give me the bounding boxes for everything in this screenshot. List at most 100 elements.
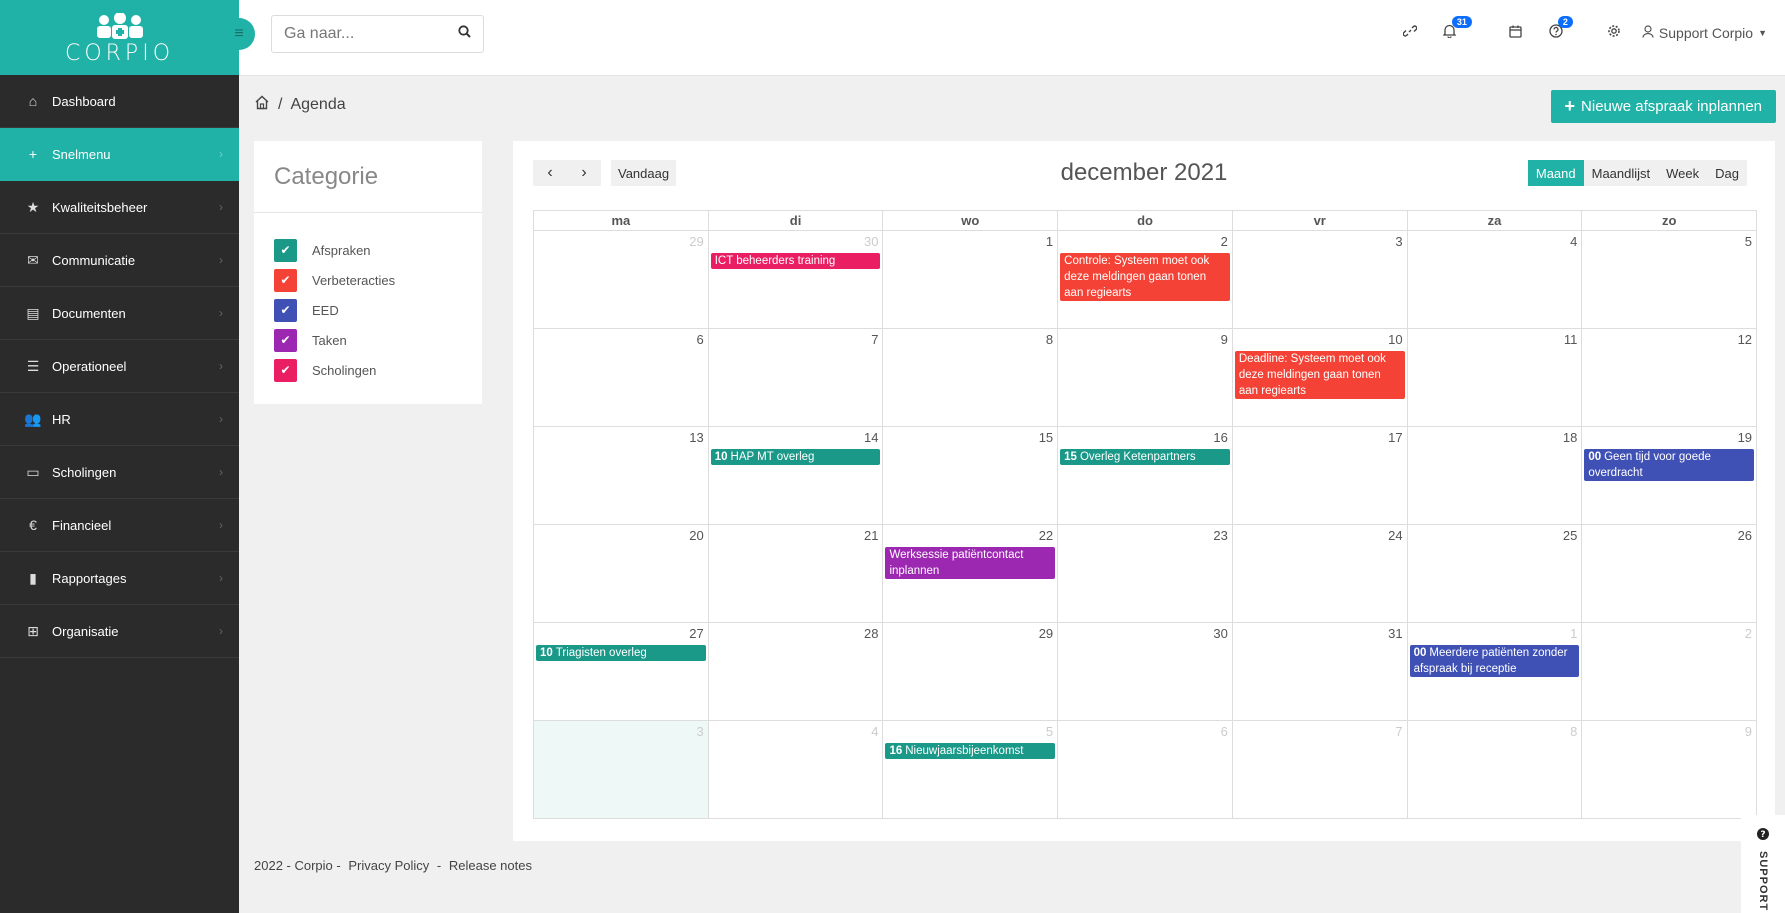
calendar-day-cell[interactable]: 11 bbox=[1407, 329, 1583, 427]
calendar-day-cell[interactable]: 1 bbox=[883, 231, 1059, 329]
calendar-day-cell[interactable]: 13 bbox=[534, 427, 709, 525]
day-number[interactable]: 9 bbox=[1221, 332, 1228, 347]
sidebar-item-rapportages[interactable]: ▮ Rapportages › bbox=[0, 552, 239, 605]
calendar-day-cell[interactable]: 5 16 Nieuwjaarsbijeenkomst bbox=[883, 721, 1059, 819]
checkbox-checked-icon[interactable]: ✔ bbox=[274, 238, 297, 262]
day-number[interactable]: 31 bbox=[1388, 626, 1402, 641]
sidebar-item-scholingen[interactable]: ▭ Scholingen › bbox=[0, 446, 239, 499]
calendar-day-cell[interactable]: 8 bbox=[1407, 721, 1583, 819]
search-icon[interactable] bbox=[458, 25, 471, 43]
calendar-event[interactable]: 15 Overleg Ketenpartners bbox=[1060, 449, 1230, 465]
day-number[interactable]: 23 bbox=[1213, 528, 1227, 543]
day-number[interactable]: 10 bbox=[1388, 332, 1402, 347]
day-number[interactable]: 2 bbox=[1221, 234, 1228, 249]
calendar-event[interactable]: ICT beheerders training bbox=[710, 253, 881, 269]
day-number[interactable]: 7 bbox=[1395, 724, 1402, 739]
calendar-day-cell[interactable]: 4 bbox=[1407, 231, 1583, 329]
day-number[interactable]: 19 bbox=[1738, 430, 1752, 445]
day-number[interactable]: 11 bbox=[1564, 332, 1578, 347]
day-number[interactable]: 27 bbox=[689, 626, 703, 641]
calendar-day-cell[interactable]: 19 00 Geen tijd voor goede overdracht bbox=[1582, 427, 1758, 525]
new-appointment-button[interactable]: + Nieuwe afspraak inplannen bbox=[1550, 90, 1776, 123]
day-number[interactable]: 1 bbox=[1570, 626, 1577, 641]
calendar-day-cell[interactable]: 30 ICT beheerders training bbox=[708, 231, 884, 329]
calendar-day-cell[interactable]: 6 bbox=[534, 329, 709, 427]
view-maand-button[interactable]: Maand bbox=[1527, 160, 1584, 186]
day-number[interactable]: 12 bbox=[1738, 332, 1752, 347]
calendar-event[interactable]: Deadline: Systeem moet ook deze meldinge… bbox=[1234, 351, 1405, 399]
view-maandlijst-button[interactable]: Maandlijst bbox=[1583, 160, 1659, 186]
day-number[interactable]: 29 bbox=[689, 234, 703, 249]
day-number[interactable]: 5 bbox=[1745, 234, 1752, 249]
calendar-day-cell[interactable]: 10 Deadline: Systeem moet ook deze meldin… bbox=[1232, 329, 1408, 427]
calendar-day-cell[interactable]: 1 00 Meerdere patiënten zonder afspraak bi… bbox=[1407, 623, 1583, 721]
day-number[interactable]: 28 bbox=[864, 626, 878, 641]
calendar-day-cell[interactable]: 9 bbox=[1058, 329, 1233, 427]
day-number[interactable]: 25 bbox=[1563, 528, 1577, 543]
category-item-eed[interactable]: ✔ EED bbox=[274, 295, 482, 325]
calendar-day-cell[interactable]: 26 bbox=[1582, 525, 1758, 623]
calendar-day-cell[interactable]: 2 bbox=[1582, 623, 1758, 721]
calendar-event[interactable]: Werksessie patiëntcontact inplannen bbox=[885, 547, 1056, 579]
checkbox-checked-icon[interactable]: ✔ bbox=[274, 298, 297, 322]
calendar-day-cell[interactable]: 15 bbox=[883, 427, 1059, 525]
calendar-day-cell[interactable]: 3 bbox=[1232, 231, 1408, 329]
sidebar-item-financieel[interactable]: € Financieel › bbox=[0, 499, 239, 552]
category-item-verbeteracties[interactable]: ✔ Verbeteracties bbox=[274, 265, 482, 295]
notifications-button[interactable]: 31 bbox=[1430, 15, 1472, 48]
day-number[interactable]: 22 bbox=[1039, 528, 1053, 543]
calendar-day-cell[interactable]: 29 bbox=[883, 623, 1059, 721]
day-number[interactable]: 8 bbox=[1570, 724, 1577, 739]
view-week-button[interactable]: Week bbox=[1658, 160, 1708, 186]
day-number[interactable]: 6 bbox=[696, 332, 703, 347]
link-button[interactable] bbox=[1390, 18, 1430, 48]
calendar-event[interactable]: Controle: Systeem moet ook deze meldinge… bbox=[1060, 253, 1230, 301]
day-number[interactable]: 7 bbox=[871, 332, 878, 347]
help-button[interactable]: 2 bbox=[1536, 15, 1576, 48]
calendar-day-cell[interactable]: 24 bbox=[1232, 525, 1408, 623]
day-number[interactable]: 4 bbox=[1570, 234, 1577, 249]
calendar-day-cell[interactable]: 7 bbox=[1232, 721, 1408, 819]
checkbox-checked-icon[interactable]: ✔ bbox=[274, 358, 297, 382]
calendar-day-cell[interactable]: 6 bbox=[1058, 721, 1233, 819]
calendar-event[interactable]: 16 Nieuwjaarsbijeenkomst bbox=[885, 743, 1056, 759]
day-number[interactable]: 5 bbox=[1046, 724, 1053, 739]
logo[interactable]: CORPIO ≡ bbox=[0, 0, 255, 75]
calendar-day-cell[interactable]: 9 bbox=[1582, 721, 1758, 819]
release-notes-link[interactable]: Release notes bbox=[449, 858, 532, 873]
sidebar-item-snelmenu[interactable]: + Snelmenu › bbox=[0, 128, 239, 181]
day-number[interactable]: 24 bbox=[1388, 528, 1402, 543]
category-item-afspraken[interactable]: ✔ Afspraken bbox=[274, 235, 482, 265]
sidebar-item-kwaliteitsbeheer[interactable]: ★ Kwaliteitsbeheer › bbox=[0, 181, 239, 234]
calendar-day-cell[interactable]: 8 bbox=[883, 329, 1059, 427]
calendar-day-cell[interactable]: 25 bbox=[1407, 525, 1583, 623]
day-number[interactable]: 1 bbox=[1046, 234, 1053, 249]
sidebar-item-hr[interactable]: 👥 HR › bbox=[0, 393, 239, 446]
day-number[interactable]: 9 bbox=[1745, 724, 1752, 739]
day-number[interactable]: 4 bbox=[871, 724, 878, 739]
calendar-day-cell[interactable]: 27 10 Triagisten overleg bbox=[534, 623, 709, 721]
day-number[interactable]: 3 bbox=[1395, 234, 1402, 249]
calendar-event[interactable]: 00 Geen tijd voor goede overdracht bbox=[1584, 449, 1755, 481]
user-menu[interactable]: Support Corpio ▼ bbox=[1634, 25, 1785, 41]
calendar-day-cell[interactable]: 12 bbox=[1582, 329, 1758, 427]
calendar-day-cell[interactable]: 2 Controle: Systeem moet ook deze melding… bbox=[1058, 231, 1233, 329]
sidebar-item-documenten[interactable]: ▤ Documenten › bbox=[0, 287, 239, 340]
home-icon[interactable] bbox=[254, 95, 270, 115]
calendar-event[interactable]: 10 HAP MT overleg bbox=[710, 449, 881, 465]
calendar-day-cell[interactable]: 18 bbox=[1407, 427, 1583, 525]
day-number[interactable]: 13 bbox=[689, 430, 703, 445]
calendar-day-cell[interactable]: 20 bbox=[534, 525, 709, 623]
sidebar-item-organisatie[interactable]: ⊞ Organisatie › bbox=[0, 605, 239, 658]
day-number[interactable]: 16 bbox=[1213, 430, 1227, 445]
day-number[interactable]: 17 bbox=[1388, 430, 1402, 445]
calendar-event[interactable]: 10 Triagisten overleg bbox=[536, 645, 706, 661]
day-number[interactable]: 15 bbox=[1039, 430, 1053, 445]
search-input[interactable] bbox=[284, 25, 454, 43]
day-number[interactable]: 20 bbox=[689, 528, 703, 543]
calendar-day-cell[interactable]: 31 bbox=[1232, 623, 1408, 721]
day-number[interactable]: 2 bbox=[1745, 626, 1752, 641]
day-number[interactable]: 21 bbox=[864, 528, 878, 543]
calendar-day-cell[interactable]: 4 bbox=[708, 721, 884, 819]
calendar-day-cell[interactable]: 21 bbox=[708, 525, 884, 623]
